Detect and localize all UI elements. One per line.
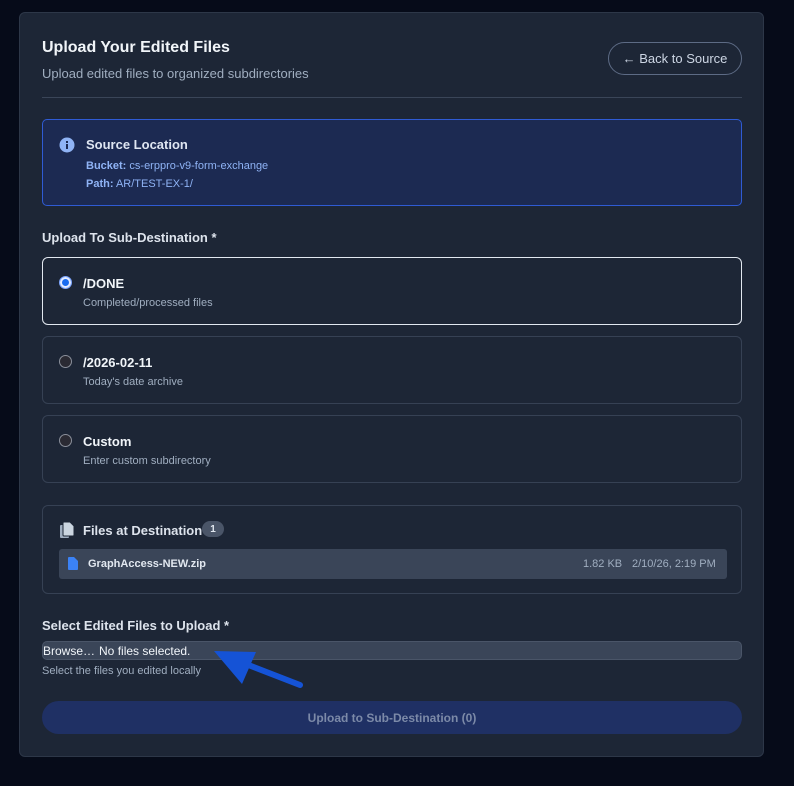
info-icon [59, 137, 75, 153]
radio-date-archive[interactable] [59, 355, 72, 368]
file-input-status: No files selected. [99, 643, 191, 658]
source-location-panel: Source Location Bucket: cs-erppro-v9-for… [42, 119, 742, 206]
path-value: AR/TEST-EX-1/ [115, 178, 193, 190]
upload-card: Upload Your Edited Files Upload edited f… [19, 12, 764, 757]
bucket-line: Bucket: cs-erppro-v9-form-exchange [86, 160, 268, 172]
file-row[interactable]: GraphAccess-NEW.zip 1.82 KB 2/10/26, 2:1… [59, 549, 727, 579]
radio-custom[interactable] [59, 434, 72, 447]
option-done[interactable]: /DONE Completed/processed files [42, 257, 742, 325]
option-date-archive[interactable]: /2026-02-11 Today's date archive [42, 336, 742, 404]
file-size: 1.82 KB [583, 558, 623, 570]
back-to-source-button[interactable]: ← Back to Source [608, 42, 742, 75]
file-count-badge: 1 [202, 521, 224, 537]
header-divider [42, 97, 742, 98]
file-select-label: Select Edited Files to Upload * [42, 618, 230, 633]
file-select-hint: Select the files you edited locally [42, 665, 201, 677]
bucket-value: cs-erppro-v9-form-exchange [129, 160, 269, 172]
files-icon [60, 522, 74, 538]
option-custom-name: Custom [83, 434, 132, 449]
option-done-description: Completed/processed files [83, 297, 213, 309]
file-name: GraphAccess-NEW.zip [88, 558, 206, 570]
upload-button[interactable]: Upload to Sub-Destination (0) [42, 701, 742, 734]
path-line: Path: AR/TEST-EX-1/ [86, 178, 193, 190]
source-location-title: Source Location [86, 137, 188, 152]
page-title: Upload Your Edited Files [42, 39, 230, 56]
browse-button[interactable]: Browse… [43, 644, 95, 658]
files-at-destination-panel: Files at Destination 1 GraphAccess-NEW.z… [42, 505, 742, 594]
file-input[interactable]: Browse… No files selected. [42, 641, 742, 660]
option-custom[interactable]: Custom Enter custom subdirectory [42, 415, 742, 483]
option-date-archive-name: /2026-02-11 [83, 355, 153, 370]
destination-label: Upload To Sub-Destination * [42, 230, 217, 245]
page-subtitle: Upload edited files to organized subdire… [42, 66, 309, 81]
option-date-archive-description: Today's date archive [83, 376, 183, 388]
file-icon [68, 557, 78, 570]
radio-done[interactable] [59, 276, 72, 289]
file-date: 2/10/26, 2:19 PM [632, 558, 716, 570]
bucket-label: Bucket: [86, 160, 127, 172]
option-custom-description: Enter custom subdirectory [83, 455, 211, 467]
files-at-destination-title: Files at Destination [83, 523, 203, 538]
path-label: Path: [86, 178, 114, 190]
option-done-name: /DONE [83, 276, 125, 291]
